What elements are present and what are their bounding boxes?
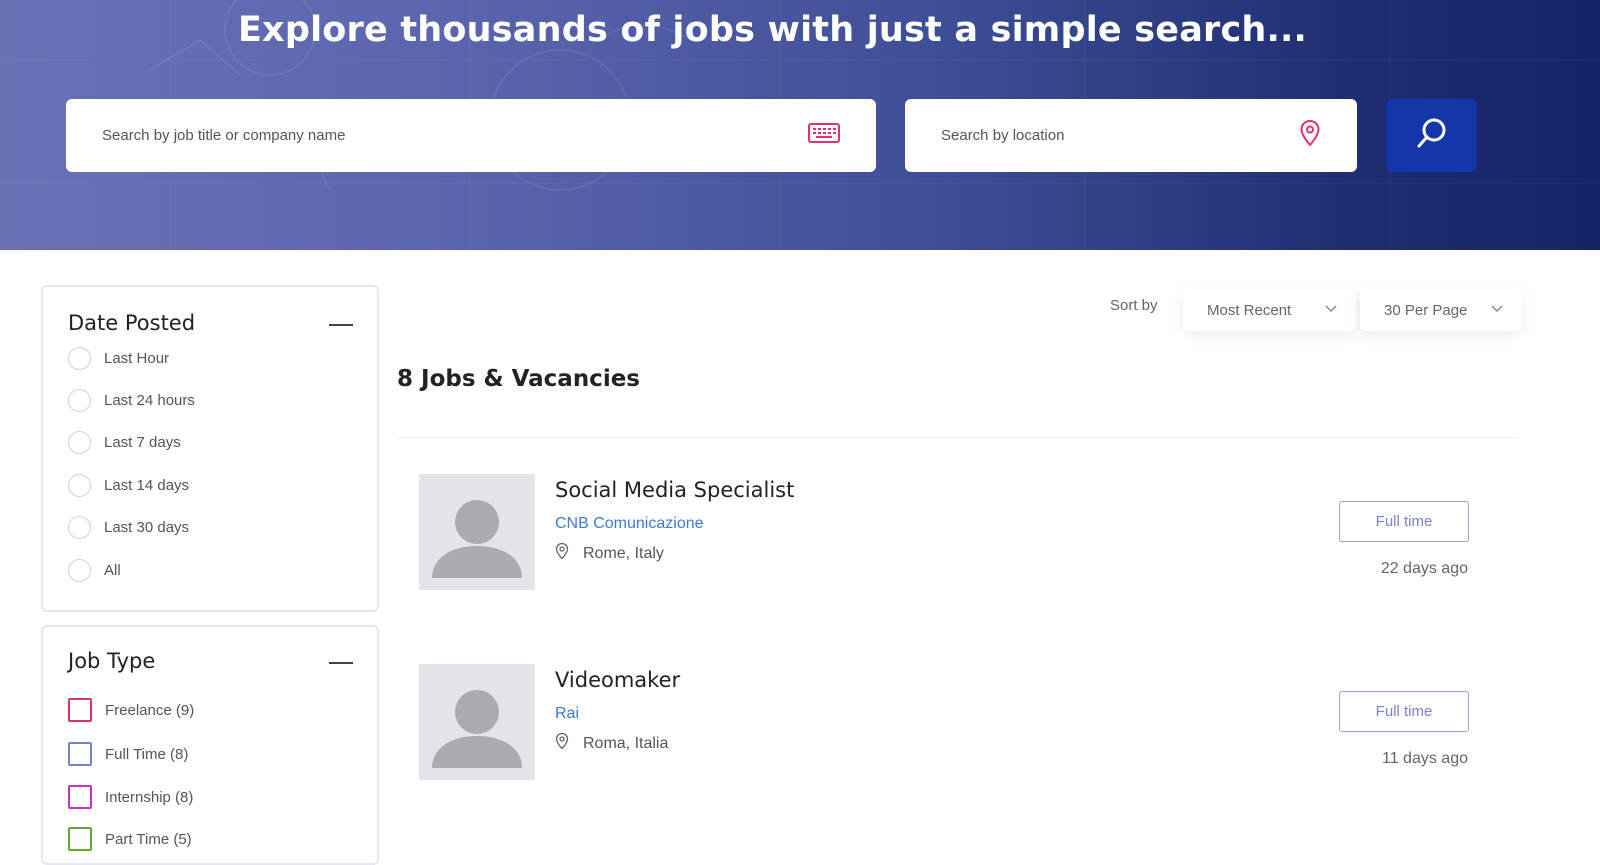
results-heading: 8 Jobs & Vacancies [397, 366, 640, 392]
map-pin-icon [555, 732, 569, 755]
per-page-select-value: 30 Per Page [1384, 301, 1468, 319]
option-label: Last 24 hours [104, 392, 195, 409]
job-type-badge[interactable]: Full time [1339, 691, 1469, 732]
divider [397, 437, 1519, 438]
option-label: Last 14 days [104, 477, 190, 494]
radio-button[interactable] [68, 559, 91, 582]
job-type-badge[interactable]: Full time [1339, 501, 1469, 542]
radio-button[interactable] [68, 347, 91, 370]
company-link[interactable]: CNB Comunicazione [555, 515, 704, 533]
option-label: Freelance (9) [105, 701, 195, 719]
date-option-last-24-hours[interactable]: Last 24 hours [68, 389, 195, 412]
keyword-search-input[interactable] [102, 127, 808, 144]
date-option-last-hour[interactable]: Last Hour [68, 347, 169, 370]
option-label: Full Time (8) [105, 745, 189, 763]
chevron-down-icon [1324, 301, 1338, 319]
option-label: Part Time (5) [105, 830, 192, 848]
date-option-last-7-days[interactable]: Last 7 days [68, 431, 181, 454]
hero-banner: Explore thousands of jobs with just a si… [0, 0, 1600, 250]
map-pin-icon [555, 542, 569, 565]
option-label: Last 7 days [104, 434, 181, 451]
checkbox[interactable] [68, 785, 92, 809]
job-type-filter: Job Type Freelance (9) Full Time (8) Int… [41, 625, 379, 865]
radio-button[interactable] [68, 516, 91, 539]
chevron-down-icon [1490, 301, 1504, 319]
job-type-option-full-time[interactable]: Full Time (8) [68, 742, 188, 766]
sort-by-label: Sort by [1110, 297, 1158, 314]
date-posted-filter: Date Posted Last Hour Last 24 hours Last… [41, 285, 379, 612]
checkbox[interactable] [68, 698, 92, 722]
radio-button[interactable] [68, 389, 91, 412]
job-location-text: Roma, Italia [583, 734, 669, 752]
collapse-date-posted-icon[interactable] [329, 324, 353, 326]
collapse-job-type-icon[interactable] [329, 662, 353, 664]
location-search-input[interactable] [941, 127, 1299, 144]
job-location: Roma, Italia [555, 732, 668, 755]
company-avatar-placeholder-icon[interactable] [419, 474, 535, 590]
sort-select-value: Most Recent [1207, 301, 1292, 319]
job-type-title: Job Type [68, 649, 156, 673]
per-page-select[interactable]: 30 Per Page [1360, 289, 1522, 331]
job-title[interactable]: Social Media Specialist [555, 478, 794, 502]
keyword-search-box[interactable] [66, 99, 876, 172]
search-icon [1415, 116, 1449, 155]
search-button[interactable] [1386, 99, 1477, 172]
checkbox[interactable] [68, 827, 92, 851]
hero-title: Explore thousands of jobs with just a si… [237, 10, 1308, 50]
date-option-last-30-days[interactable]: Last 30 days [68, 516, 189, 539]
job-location: Rome, Italy [555, 542, 664, 565]
sort-select[interactable]: Most Recent [1183, 289, 1356, 331]
job-type-option-freelance[interactable]: Freelance (9) [68, 698, 194, 722]
date-option-last-14-days[interactable]: Last 14 days [68, 474, 189, 497]
job-type-option-internship[interactable]: Internship (8) [68, 785, 193, 809]
date-posted-title: Date Posted [68, 311, 196, 335]
option-label: Last 30 days [104, 519, 190, 536]
posted-date: 22 days ago [1380, 560, 1468, 577]
job-listing[interactable]: Social Media Specialist CNB Comunicazion… [397, 460, 1519, 610]
job-listing[interactable]: Videomaker Rai Roma, Italia Full time 11… [397, 650, 1519, 800]
keyboard-icon[interactable] [808, 123, 840, 148]
date-option-all[interactable]: All [68, 559, 121, 582]
job-title[interactable]: Videomaker [555, 668, 680, 692]
checkbox[interactable] [68, 742, 92, 766]
location-search-box[interactable] [905, 99, 1357, 172]
radio-button[interactable] [68, 431, 91, 454]
posted-date: 11 days ago [1382, 750, 1468, 767]
company-link[interactable]: Rai [555, 705, 579, 723]
option-label: All [104, 562, 121, 579]
job-type-option-part-time[interactable]: Part Time (5) [68, 827, 192, 851]
option-label: Internship (8) [105, 788, 194, 806]
radio-button[interactable] [68, 474, 91, 497]
company-avatar-placeholder-icon[interactable] [419, 664, 535, 780]
option-label: Last Hour [104, 350, 170, 367]
location-pin-icon[interactable] [1299, 119, 1321, 152]
job-location-text: Rome, Italy [583, 544, 664, 562]
